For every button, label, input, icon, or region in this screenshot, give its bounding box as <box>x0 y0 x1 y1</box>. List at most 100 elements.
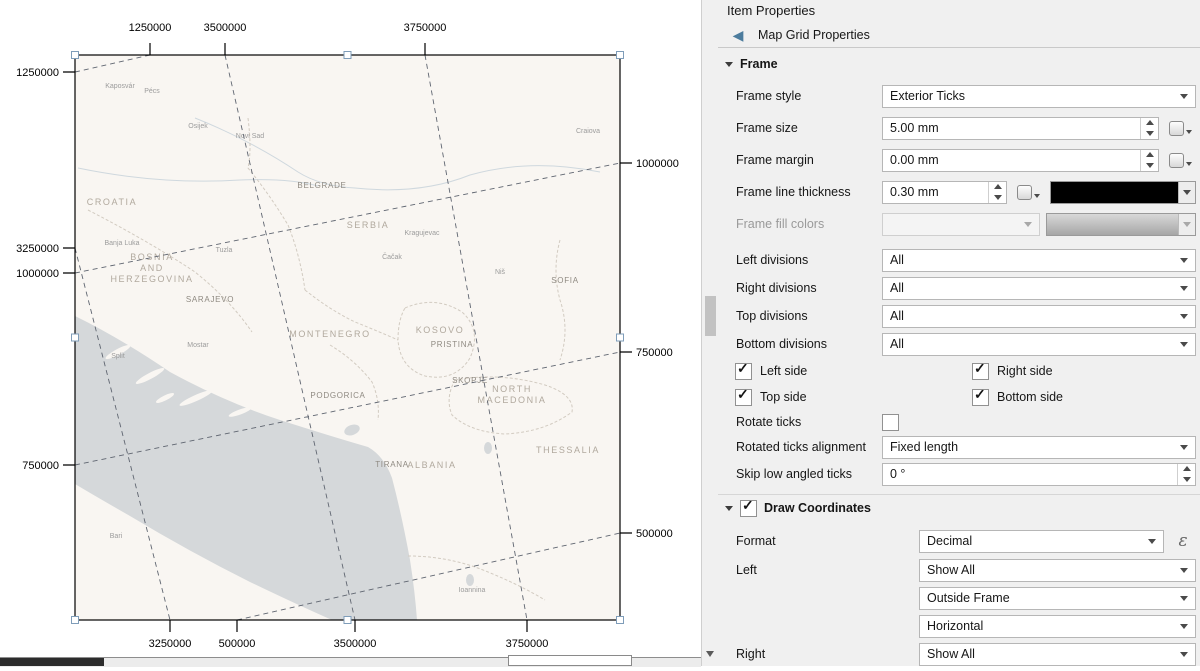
spin-buttons[interactable] <box>1140 150 1158 171</box>
selection-handle[interactable] <box>72 334 79 341</box>
frame-margin-spinbox[interactable]: 0.00 mm <box>882 149 1159 172</box>
collapse-arrow-icon <box>725 506 733 511</box>
frame-size-spinbox[interactable]: 5.00 mm <box>882 117 1159 140</box>
chevron-down-icon <box>1180 258 1188 263</box>
top-side-checkbox[interactable]: ✓ <box>735 389 752 406</box>
frame-style-row: Frame style Exterior Ticks <box>718 80 1200 112</box>
data-defined-override-button[interactable] <box>1012 180 1044 204</box>
right-divisions-combo[interactable]: All <box>882 277 1196 300</box>
chevron-down-icon <box>1034 194 1040 198</box>
coords-left-frame-row: Outside Frame <box>718 584 1200 612</box>
frame-line-color-button[interactable] <box>1050 181 1196 204</box>
check-icon: ✓ <box>737 387 749 401</box>
selection-handle[interactable] <box>617 617 624 624</box>
panel-scrollbar[interactable] <box>701 0 718 666</box>
spin-down-icon[interactable] <box>989 192 1006 203</box>
selection-handle[interactable] <box>72 52 79 59</box>
draw-coordinates-title: Draw Coordinates <box>764 501 871 515</box>
country-label: CROATIA <box>87 197 138 207</box>
rotated-ticks-alignment-label: Rotated ticks alignment <box>736 440 882 454</box>
selection-handle[interactable] <box>72 617 79 624</box>
town-label: Čačak <box>382 252 402 261</box>
left-divisions-combo[interactable]: All <box>882 249 1196 272</box>
format-label: Format <box>736 534 919 548</box>
country-label: AND <box>140 263 164 273</box>
coords-left-orientation-combo[interactable]: Horizontal <box>919 615 1196 638</box>
spin-up-icon[interactable] <box>1178 464 1195 475</box>
coords-right-show-combo[interactable]: Show All <box>919 643 1196 666</box>
bottom-divisions-label: Bottom divisions <box>736 337 882 351</box>
selection-handle[interactable] <box>344 617 351 624</box>
chevron-down-icon[interactable] <box>1178 182 1195 203</box>
frame-section-header[interactable]: Frame <box>718 52 1200 76</box>
frame-fill-color-button <box>1046 213 1196 236</box>
chevron-down-icon <box>1178 214 1195 235</box>
coords-left-frame-combo[interactable]: Outside Frame <box>919 587 1196 610</box>
chevron-down-icon <box>1148 539 1156 544</box>
top-divisions-label: Top divisions <box>736 309 882 323</box>
data-defined-override-button[interactable] <box>1164 148 1196 172</box>
left-divisions-value: All <box>890 253 904 267</box>
check-icon: ✓ <box>737 361 749 375</box>
top-divisions-combo[interactable]: All <box>882 305 1196 328</box>
frame-line-thickness-row: Frame line thickness 0.30 mm <box>718 176 1200 208</box>
selection-handle[interactable] <box>344 52 351 59</box>
spin-down-icon[interactable] <box>1141 160 1158 171</box>
selection-handle[interactable] <box>617 334 624 341</box>
rotate-ticks-checkbox[interactable] <box>882 414 899 431</box>
check-icon: ✓ <box>974 361 986 375</box>
chevron-down-icon <box>1186 130 1192 134</box>
top-divisions-row: Top divisions All <box>718 302 1200 330</box>
frame-size-label: Frame size <box>736 121 882 135</box>
spin-up-icon[interactable] <box>989 182 1006 193</box>
bottom-divisions-combo[interactable]: All <box>882 333 1196 356</box>
scroll-down-icon[interactable] <box>706 651 714 657</box>
bottom-side-checkbox[interactable]: ✓ <box>972 389 989 406</box>
right-side-checkbox[interactable]: ✓ <box>972 363 989 380</box>
expression-button[interactable]: ε <box>1170 529 1196 553</box>
spin-down-icon[interactable] <box>1141 128 1158 139</box>
map-item[interactable]: CROATIA SERBIA BOSNIA AND HERZEGOVINA MO… <box>0 0 701 666</box>
right-divisions-label: Right divisions <box>736 281 882 295</box>
layout-canvas[interactable]: CROATIA SERBIA BOSNIA AND HERZEGOVINA MO… <box>0 0 701 666</box>
spin-buttons[interactable] <box>1177 464 1195 485</box>
back-button[interactable]: ◀ <box>727 24 749 46</box>
selection-handle[interactable] <box>617 52 624 59</box>
status-bar-combo[interactable] <box>508 655 632 666</box>
scrollbar-handle[interactable] <box>705 296 716 336</box>
format-combo[interactable]: Decimal <box>919 530 1164 553</box>
panel-title: Item Properties <box>718 0 1200 22</box>
frame-line-thickness-value: 0.30 mm <box>890 185 939 199</box>
spin-down-icon[interactable] <box>1178 474 1195 485</box>
frame-style-combo[interactable]: Exterior Ticks <box>882 85 1196 108</box>
spin-buttons[interactable] <box>988 182 1006 203</box>
grid-coordinate-label: 750000 <box>636 347 673 359</box>
country-label: HERZEGOVINA <box>110 274 193 284</box>
grid-coordinate-label: 500000 <box>636 528 673 540</box>
draw-coordinates-section-header[interactable]: ✓ Draw Coordinates <box>718 495 1200 521</box>
frame-size-row: Frame size 5.00 mm <box>718 112 1200 144</box>
data-defined-override-button[interactable] <box>1164 116 1196 140</box>
grid-coordinate-label: 500000 <box>219 638 256 650</box>
check-icon: ✓ <box>742 498 754 512</box>
spin-buttons[interactable] <box>1140 118 1158 139</box>
data-defined-override-icon <box>1017 185 1032 200</box>
grid-coordinate-label: 1000000 <box>636 158 679 170</box>
frame-fill-colors-label: Frame fill colors <box>736 217 882 231</box>
coords-left-show-combo[interactable]: Show All <box>919 559 1196 582</box>
spin-up-icon[interactable] <box>1141 150 1158 161</box>
draw-coordinates-checkbox[interactable]: ✓ <box>740 500 757 517</box>
skip-low-angled-ticks-spinbox[interactable]: 0 ° <box>882 463 1196 486</box>
city-label: TIRANA <box>375 460 409 469</box>
frame-line-thickness-spinbox[interactable]: 0.30 mm <box>882 181 1007 204</box>
town-label: Banja Luka <box>104 240 139 247</box>
rotated-ticks-alignment-combo[interactable]: Fixed length <box>882 436 1196 459</box>
grid-coordinate-label: 750000 <box>22 460 59 472</box>
format-value: Decimal <box>927 534 972 548</box>
bottom-divisions-row: Bottom divisions All <box>718 330 1200 358</box>
city-label: PODGORICA <box>310 391 365 400</box>
coords-right-row: Right Show All <box>718 640 1200 666</box>
left-side-checkbox[interactable]: ✓ <box>735 363 752 380</box>
spin-up-icon[interactable] <box>1141 118 1158 129</box>
coords-left-row: Left Show All <box>718 556 1200 584</box>
